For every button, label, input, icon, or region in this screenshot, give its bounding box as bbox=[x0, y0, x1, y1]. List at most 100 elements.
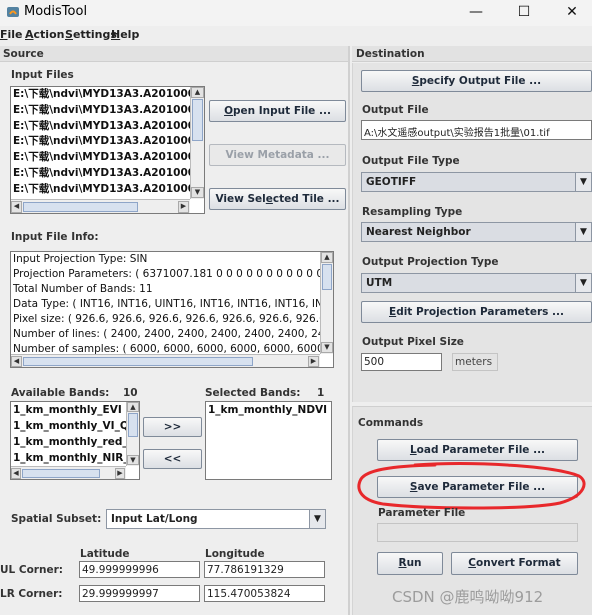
scroll-thumb[interactable] bbox=[23, 202, 138, 212]
run-button[interactable]: Run bbox=[377, 552, 443, 575]
parameter-file-input[interactable] bbox=[377, 523, 578, 542]
list-item[interactable]: 1_km_monthly_red_refle bbox=[11, 434, 126, 450]
output-projection-label: Output Projection Type bbox=[362, 256, 499, 268]
list-item[interactable]: 1_km_monthly_NIR_refle bbox=[11, 450, 126, 466]
load-parameter-file-button[interactable]: Load Parameter File ... bbox=[377, 439, 578, 461]
available-bands-label: Available Bands: bbox=[11, 387, 110, 399]
output-file-type-value: GEOTIFF bbox=[366, 176, 417, 188]
resampling-type-value: Nearest Neighbor bbox=[366, 226, 471, 238]
menu-bar: File Action Settings Help bbox=[0, 26, 592, 44]
scroll-down-icon[interactable]: ▼ bbox=[191, 187, 204, 198]
output-file-type-label: Output File Type bbox=[362, 155, 460, 167]
ul-longitude-input[interactable]: 77.786191329 bbox=[204, 561, 325, 578]
selected-bands-label: Selected Bands: bbox=[205, 387, 301, 399]
convert-format-button[interactable]: Convert Format bbox=[451, 552, 578, 575]
specify-output-file-button[interactable]: Specify Output File ... bbox=[361, 70, 592, 92]
horizontal-scrollbar[interactable]: ◀ ▶ bbox=[11, 199, 190, 213]
lr-corner-label: LR Corner: bbox=[0, 588, 63, 600]
info-line: Total Number of Bands: 11 bbox=[13, 283, 153, 295]
chevron-down-icon[interactable]: ▼ bbox=[575, 223, 591, 241]
scroll-thumb[interactable] bbox=[192, 99, 203, 141]
title-bar: ModisTool — ☐ ✕ bbox=[0, 0, 592, 26]
scroll-down-icon[interactable]: ▼ bbox=[321, 342, 333, 353]
list-item[interactable]: E:\下载\ndvi\MYD13A3.A2010001.h25v0 bbox=[11, 166, 190, 182]
scroll-thumb[interactable] bbox=[128, 413, 138, 437]
info-line: Number of lines: ( 2400, 2400, 2400, 240… bbox=[13, 328, 320, 340]
chevron-down-icon[interactable]: ▼ bbox=[575, 173, 591, 191]
spatial-subset-label: Spatial Subset: bbox=[11, 513, 102, 525]
list-item[interactable]: E:\下载\ndvi\MYD13A3.A2010001.h26v0 bbox=[11, 182, 190, 198]
list-item[interactable]: E:\下载\ndvi\MYD13A3.A2010001.h24v0 bbox=[11, 119, 190, 135]
output-file-type-combo[interactable]: GEOTIFF ▼ bbox=[361, 172, 592, 192]
remove-band-button[interactable]: << bbox=[143, 449, 202, 469]
list-item[interactable]: 1_km_monthly_VI_Quali bbox=[11, 418, 126, 434]
view-selected-tile-button[interactable]: View Selected Tile ... bbox=[209, 188, 346, 210]
add-band-button[interactable]: >> bbox=[143, 417, 202, 437]
horizontal-scrollbar[interactable]: ◀ ▶ bbox=[11, 466, 126, 479]
open-input-file-button[interactable]: Open Input File ... bbox=[209, 100, 346, 122]
info-line: Data Type: ( INT16, INT16, UINT16, INT16… bbox=[13, 298, 320, 310]
window-title: ModisTool bbox=[24, 4, 88, 19]
scroll-thumb[interactable] bbox=[22, 469, 100, 478]
ul-corner-label: UL Corner: bbox=[0, 564, 63, 576]
output-file-input[interactable]: A:\水文遥感output\实验报告1批量\01.tif bbox=[361, 120, 592, 140]
destination-title: Destination bbox=[356, 48, 425, 60]
lr-longitude-input[interactable]: 115.470053824 bbox=[204, 585, 325, 602]
latitude-label: Latitude bbox=[80, 548, 130, 560]
output-pixel-size-label: Output Pixel Size bbox=[362, 336, 464, 348]
vertical-scrollbar[interactable]: ▲ ▼ bbox=[320, 252, 333, 354]
maximize-button[interactable]: ☐ bbox=[509, 2, 539, 22]
menu-action[interactable]: Action bbox=[25, 28, 64, 41]
list-item[interactable]: E:\下载\ndvi\MYD13A3.A2010001.h23v0 bbox=[11, 87, 190, 103]
info-line: Number of samples: ( 6000, 6000, 6000, 6… bbox=[13, 343, 320, 354]
scroll-right-icon[interactable]: ▶ bbox=[178, 201, 189, 213]
highlight-annotation bbox=[357, 462, 586, 510]
view-metadata-button[interactable]: View Metadata ... bbox=[209, 144, 346, 166]
vertical-scrollbar[interactable]: ▲ ▼ bbox=[126, 402, 139, 466]
scroll-up-icon[interactable]: ▲ bbox=[127, 402, 139, 412]
list-item[interactable]: E:\下载\ndvi\MYD13A3.A2010001.h23v0 bbox=[11, 103, 190, 119]
scroll-up-icon[interactable]: ▲ bbox=[191, 87, 204, 98]
destination-header: Destination bbox=[352, 46, 592, 62]
output-pixel-size-input[interactable]: 500 bbox=[361, 353, 442, 371]
vertical-scrollbar[interactable]: ▲ ▼ bbox=[190, 87, 204, 199]
longitude-label: Longitude bbox=[205, 548, 265, 560]
menu-settings[interactable]: Settings bbox=[65, 28, 117, 41]
menu-file[interactable]: File bbox=[0, 28, 23, 41]
scroll-left-icon[interactable]: ◀ bbox=[11, 356, 22, 367]
scroll-thumb[interactable] bbox=[23, 357, 253, 366]
menu-help[interactable]: Help bbox=[111, 28, 139, 41]
lr-latitude-input[interactable]: 29.999999997 bbox=[79, 585, 200, 602]
scroll-left-icon[interactable]: ◀ bbox=[11, 468, 21, 479]
input-file-info-textarea[interactable]: Input Projection Type: SIN Projection Pa… bbox=[10, 251, 334, 368]
resampling-type-combo[interactable]: Nearest Neighbor ▼ bbox=[361, 222, 592, 242]
input-files-label: Input Files bbox=[11, 69, 74, 81]
minimize-button[interactable]: — bbox=[461, 2, 491, 22]
scroll-right-icon[interactable]: ▶ bbox=[308, 356, 319, 367]
scroll-left-icon[interactable]: ◀ bbox=[11, 201, 22, 213]
info-line: Pixel size: ( 926.6, 926.6, 926.6, 926.6… bbox=[13, 313, 320, 325]
edit-projection-parameters-button[interactable]: Edit Projection Parameters ... bbox=[361, 301, 592, 323]
list-item[interactable]: 1_km_monthly_EVI bbox=[11, 402, 126, 418]
scroll-up-icon[interactable]: ▲ bbox=[321, 252, 333, 263]
scroll-right-icon[interactable]: ▶ bbox=[115, 468, 125, 479]
input-files-list[interactable]: E:\下载\ndvi\MYD13A3.A2010001.h23v0 E:\下载\… bbox=[10, 86, 205, 214]
list-item[interactable]: 1_km_monthly_NDVI bbox=[206, 402, 331, 418]
scroll-thumb[interactable] bbox=[322, 264, 332, 290]
chevron-down-icon[interactable]: ▼ bbox=[309, 510, 325, 528]
info-line: Input Projection Type: SIN bbox=[13, 253, 148, 265]
output-projection-combo[interactable]: UTM ▼ bbox=[361, 273, 592, 293]
available-bands-list[interactable]: 1_km_monthly_EVI 1_km_monthly_VI_Quali 1… bbox=[10, 401, 140, 480]
panel-divider bbox=[348, 46, 350, 615]
list-item[interactable]: E:\下载\ndvi\MYD13A3.A2010001.h24v0 bbox=[11, 134, 190, 150]
chevron-down-icon[interactable]: ▼ bbox=[575, 274, 591, 292]
pixel-size-unit-field: meters bbox=[452, 353, 498, 371]
scroll-down-icon[interactable]: ▼ bbox=[127, 455, 139, 465]
close-button[interactable]: ✕ bbox=[557, 2, 587, 22]
list-item[interactable]: E:\下载\ndvi\MYD13A3.A2010001.h25v0 bbox=[11, 150, 190, 166]
selected-bands-list[interactable]: 1_km_monthly_NDVI bbox=[205, 401, 332, 480]
ul-latitude-input[interactable]: 49.999999996 bbox=[79, 561, 200, 578]
horizontal-scrollbar[interactable]: ◀ ▶ bbox=[11, 354, 320, 367]
spatial-subset-combo[interactable]: Input Lat/Long ▼ bbox=[106, 509, 326, 529]
output-projection-value: UTM bbox=[366, 277, 393, 289]
